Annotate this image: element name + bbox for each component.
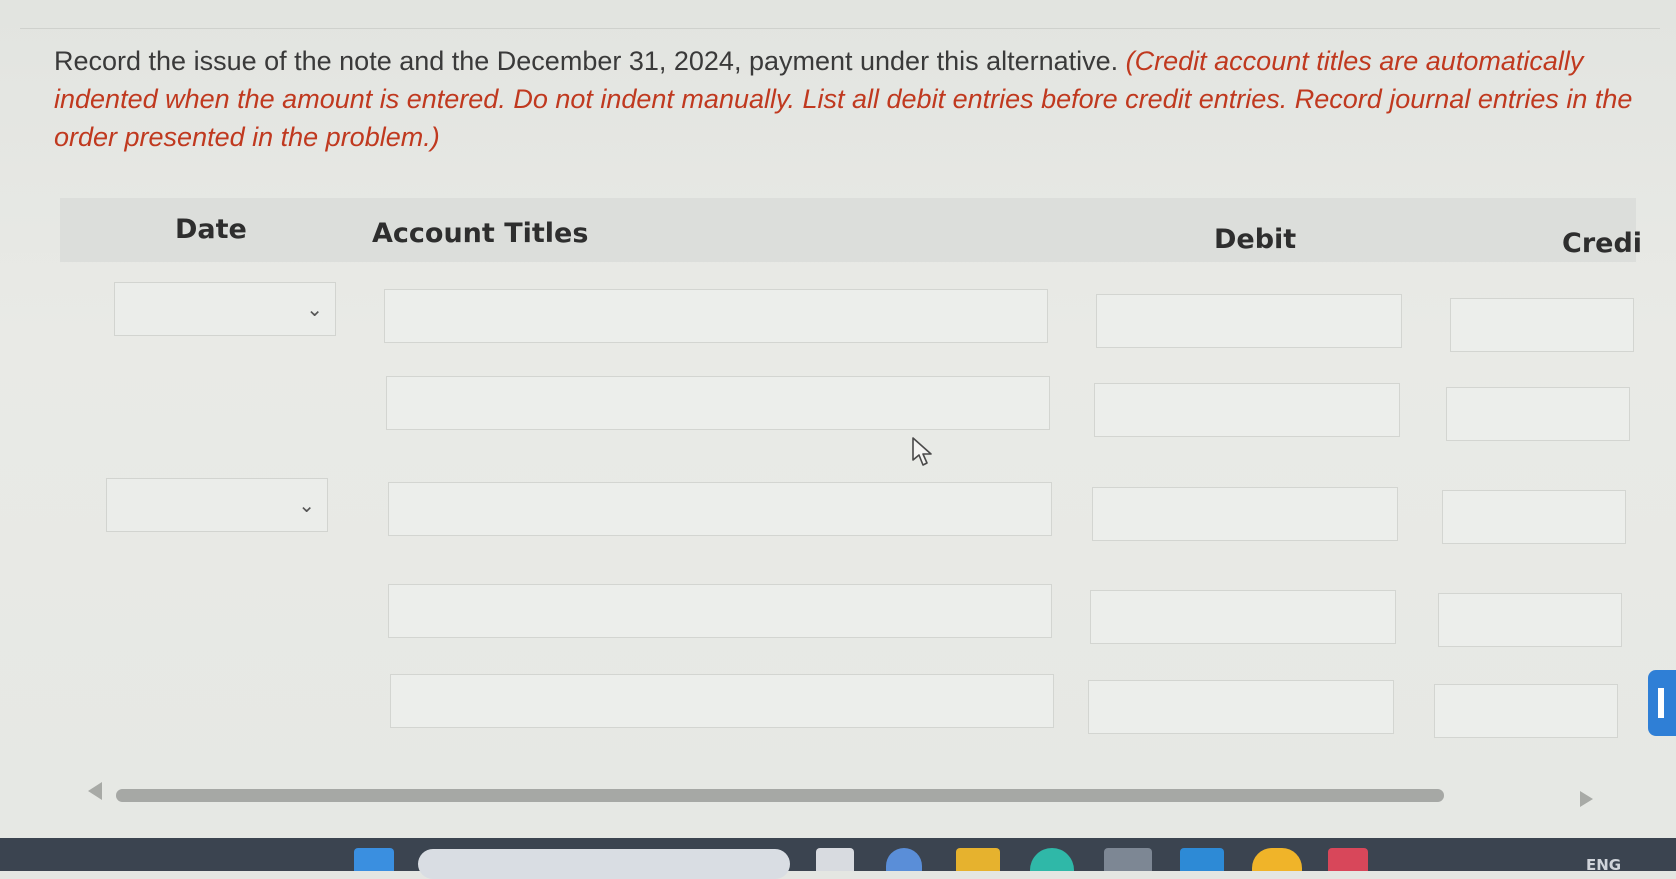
start-icon[interactable]	[354, 848, 394, 871]
debit-input-3[interactable]	[1092, 487, 1398, 541]
account-title-input-2[interactable]	[386, 376, 1050, 430]
app-icon-2[interactable]	[1328, 848, 1368, 871]
header-date: Date	[175, 214, 247, 245]
system-tray-language[interactable]: ENG	[1586, 856, 1621, 874]
debit-input-1[interactable]	[1096, 294, 1402, 348]
app-icon[interactable]	[1104, 848, 1152, 871]
credit-input-2[interactable]	[1446, 387, 1630, 441]
header-debit: Debit	[1214, 224, 1297, 255]
account-title-input-4[interactable]	[388, 584, 1052, 638]
debit-input-4[interactable]	[1090, 590, 1396, 644]
taskbar-search[interactable]	[418, 849, 790, 879]
scroll-right-arrow-icon[interactable]	[1580, 791, 1593, 807]
credit-input-5[interactable]	[1434, 684, 1618, 738]
mail-icon[interactable]	[1180, 848, 1224, 871]
scroll-left-arrow-icon[interactable]	[88, 782, 102, 800]
chevron-down-icon: ⌄	[306, 297, 323, 321]
instructions-text: Record the issue of the note and the Dec…	[54, 42, 1634, 156]
instructions-main: Record the issue of the note and the Dec…	[54, 46, 1126, 76]
file-explorer-icon[interactable]	[956, 848, 1000, 871]
credit-input-4[interactable]	[1438, 593, 1622, 647]
journal-table-header	[60, 198, 1636, 262]
chrome-icon[interactable]	[1252, 848, 1302, 871]
date-select-2[interactable]: ⌄	[106, 478, 328, 532]
chevron-down-icon: ⌄	[298, 493, 315, 517]
credit-input-3[interactable]	[1442, 490, 1626, 544]
horizontal-scrollbar-thumb[interactable]	[116, 789, 1444, 802]
side-tab-icon	[1658, 688, 1664, 718]
mouse-pointer-icon	[912, 437, 932, 466]
top-divider	[20, 28, 1660, 29]
side-panel-tab[interactable]	[1648, 670, 1676, 736]
account-title-input-5[interactable]	[390, 674, 1054, 728]
header-account-titles: Account Titles	[372, 218, 589, 249]
date-select-1[interactable]: ⌄	[114, 282, 336, 336]
account-title-input-3[interactable]	[388, 482, 1052, 536]
credit-input-1[interactable]	[1450, 298, 1634, 352]
debit-input-5[interactable]	[1088, 680, 1394, 734]
task-view-icon[interactable]	[816, 848, 854, 871]
account-title-input-1[interactable]	[384, 289, 1048, 343]
header-credit: Credi	[1562, 228, 1643, 259]
debit-input-2[interactable]	[1094, 383, 1400, 437]
